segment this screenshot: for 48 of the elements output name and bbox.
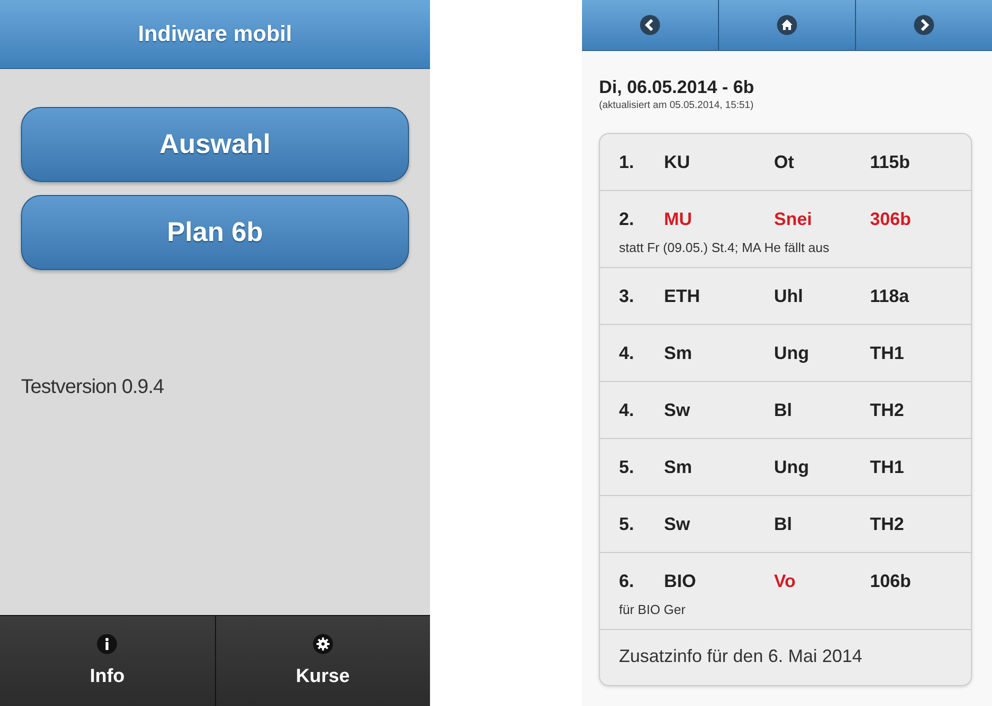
menu-button[interactable]: Auswahl	[21, 107, 409, 182]
hour-cell-text: 5.	[619, 456, 636, 478]
subject-cell-text: Sw	[664, 400, 692, 420]
updated-text: (aktualisiert am 05.05.2014, 15:51)	[599, 100, 755, 111]
hour-cell-text: 3.	[619, 286, 636, 306]
footer-tab[interactable]: Info	[0, 616, 216, 706]
room-cell-text: 115b	[870, 152, 912, 172]
subject-cell-text: ETH	[664, 286, 701, 306]
teacher-cell-text: Ot	[774, 152, 795, 172]
teacher-cell-text: Ung	[774, 342, 810, 364]
teacher-cell-text: Vo	[774, 570, 797, 592]
teacher-cell-text: Bl	[774, 514, 793, 534]
extra-info: Zusatzinfo für den 6. Mai 2014	[618, 645, 864, 668]
hour-cell-text: 5.	[619, 514, 636, 534]
hour-cell-text: 2.	[619, 208, 636, 230]
teacher-cell-text: Uhl	[774, 286, 804, 306]
version-text: Testversion 0.9.4	[21, 376, 165, 399]
subject-cell-text: BIO	[664, 570, 698, 592]
teacher-cell-text: Ung	[774, 456, 810, 478]
subject-cell-text: Sm	[664, 456, 694, 478]
lesson-note: statt Fr (09.05.) St.4; MA He fällt aus	[619, 240, 830, 255]
home-icon	[777, 15, 797, 35]
subject-cell-text: Sm	[664, 342, 694, 364]
info-icon	[97, 634, 118, 654]
app-title: Indiware mobil	[138, 21, 292, 47]
forward-icon	[914, 15, 934, 35]
plan-heading: Di, 06.05.2014 - 6b	[599, 77, 756, 98]
room-cell-text: TH2	[870, 400, 906, 420]
room-cell-text: TH2	[870, 514, 906, 534]
hour-cell-text: 4.	[619, 400, 636, 420]
subject-cell-text: MU	[664, 208, 693, 230]
settings-icon	[312, 634, 333, 654]
subject-cell-text: KU	[664, 152, 691, 172]
teacher-cell-text: Snei	[774, 208, 814, 230]
menu-button[interactable]: Plan 6b	[21, 195, 409, 270]
footer-tab[interactable]: Kurse	[216, 616, 430, 706]
teacher-cell-text: Bl	[774, 400, 793, 420]
room-cell-text: 306b	[870, 208, 912, 230]
hour-cell-text: 4.	[619, 342, 636, 364]
hour-cell-text: 6.	[619, 570, 636, 592]
room-cell-text: 118a	[870, 286, 910, 306]
back-icon	[640, 15, 660, 35]
room-cell-text: 106b	[870, 570, 912, 592]
subject-cell-text: Sw	[664, 514, 692, 534]
lesson-note: für BIO Ger	[619, 602, 686, 617]
hour-cell-text: 1.	[619, 152, 636, 172]
room-cell-text: TH1	[870, 342, 906, 364]
room-cell-text: TH1	[870, 456, 906, 478]
